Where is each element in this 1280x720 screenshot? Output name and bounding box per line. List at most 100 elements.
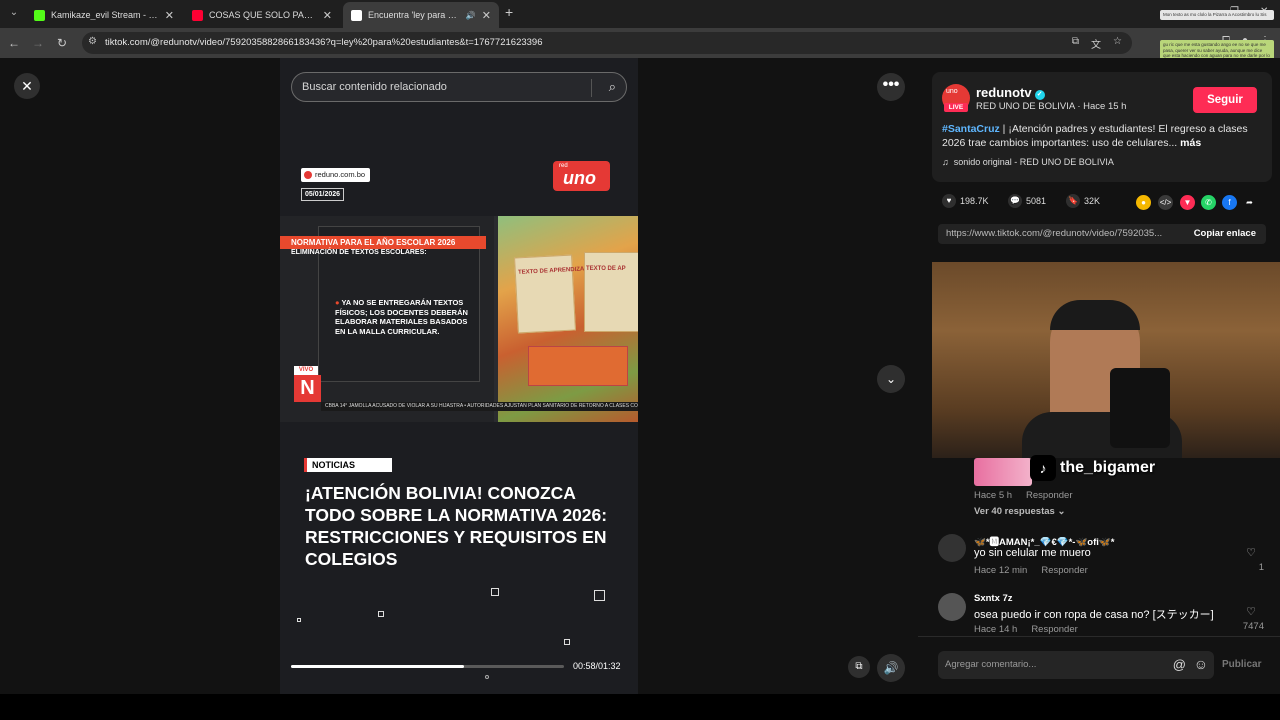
sound-link[interactable]: ♫ sonido original - RED UNO DE BOLIVIA (942, 157, 1114, 167)
web-label-text: reduno.com.bo (315, 170, 366, 179)
decor-square (491, 588, 499, 596)
url-text[interactable]: tiktok.com/@redunotv/video/7592035882866… (105, 37, 543, 48)
like-count: 198.7K (960, 196, 989, 206)
tab-kick[interactable]: Kamikaze_evil Stream - Watch Li ✕ (26, 2, 182, 28)
bullet-text: YA NO SE ENTREGARÁN TEXTOS FÍSICOS; LOS … (335, 298, 468, 336)
new-tab-icon[interactable]: + (505, 4, 513, 20)
volume-icon[interactable]: 🔊 (877, 654, 905, 682)
logo-big-text: uno (563, 168, 596, 188)
tab-youtube[interactable]: COSAS QUE SOLO PASAN EN BOL ✕ (184, 2, 340, 28)
more-link[interactable]: más (1180, 137, 1201, 149)
decor-square (378, 611, 384, 617)
sound-text[interactable]: sonido original - RED UNO DE BOLIVIA (954, 157, 1114, 167)
post-meta: RED UNO DE BOLIVIA · Hace 15 h (976, 101, 1127, 112)
avatar[interactable] (938, 593, 966, 621)
copy-link-button[interactable]: Copiar enlace (1194, 228, 1256, 239)
comment-meta: Hace 5 h Responder (974, 490, 1073, 501)
save-button[interactable]: 🔖 32K (1066, 194, 1100, 208)
send-icon[interactable]: ▼ (1180, 195, 1195, 210)
notification-toast[interactable]: Mon texto as mo clolo la Pizarra a Acost… (1160, 10, 1274, 20)
comment-meta: Hace 12 min Responder (974, 565, 1088, 576)
tab-title: COSAS QUE SOLO PASAN EN BOL (209, 10, 317, 20)
share-arrow-icon[interactable]: ➦ (1242, 195, 1257, 210)
avatar[interactable]: uno LIVE (942, 84, 970, 112)
mention-icon[interactable]: @ (1173, 657, 1186, 672)
comment-icon[interactable]: 💬 (1008, 194, 1022, 208)
book (528, 346, 628, 386)
hashtag-link[interactable]: #SantaCruz (942, 123, 1000, 135)
more-options-icon[interactable]: ••• (877, 73, 905, 101)
forward-icon[interactable]: → (30, 35, 46, 51)
comment-placeholder[interactable]: Agregar comentario... (945, 659, 1036, 670)
username-text[interactable]: redunotv (976, 85, 1032, 100)
view-replies-text[interactable]: Ver 40 respuestas (974, 506, 1055, 517)
video-player[interactable]: Buscar contenido relacionado ⌕ reduno.co… (280, 58, 638, 694)
comment-item: 🦋*🅼AMAN¡*_💎€💎*-🦋ofi🦋* yo sin celular me … (938, 534, 1268, 590)
heart-icon[interactable]: ♡ (1246, 605, 1256, 618)
heart-icon[interactable]: ♡ (1246, 546, 1256, 559)
translate-icon[interactable]: 文 (1091, 36, 1101, 51)
search-icon[interactable]: ⌕ (609, 79, 616, 95)
comment-image[interactable] (974, 458, 1032, 486)
live-badge: LIVE (944, 103, 968, 112)
books-image: TEXTO DE APRENDIZAJE TEXTO DE AP (498, 216, 638, 422)
comment-input[interactable]: Agregar comentario... @ ☺ (938, 651, 1214, 679)
username[interactable]: redunotv ✓ (976, 85, 1045, 100)
close-tab-icon[interactable]: ✕ (482, 9, 491, 22)
web-label: reduno.com.bo (301, 168, 371, 182)
tiktok-page: ✕ Buscar contenido relacionado ⌕ reduno.… (0, 58, 1280, 694)
whatsapp-icon[interactable]: ✆ (1201, 195, 1216, 210)
noticias-badge: NOTICIAS (304, 458, 392, 472)
chevron-down-icon[interactable]: ⌄ (877, 365, 905, 393)
comment-count: 5081 (1026, 196, 1047, 206)
speaker-icon[interactable]: 🔊 (466, 11, 476, 20)
reply-button[interactable]: Responder (1031, 624, 1077, 635)
reload-icon[interactable]: ↻ (54, 35, 70, 51)
microphone (1110, 368, 1170, 448)
comment-username[interactable]: Sxntx 7z (974, 593, 1013, 604)
install-icon[interactable]: ⧉ (1072, 36, 1079, 51)
omnibox[interactable]: ⚙ tiktok.com/@redunotv/video/75920358828… (82, 32, 1132, 54)
like-button[interactable]: ♥ 198.7K (942, 194, 989, 208)
site-info-icon[interactable]: ⚙ (88, 36, 97, 47)
progress-bar[interactable] (291, 665, 564, 668)
facebook-icon[interactable]: f (1222, 195, 1237, 210)
video-date: 05/01/2026 (301, 188, 345, 201)
coin-icon[interactable]: ● (1136, 195, 1151, 210)
back-icon[interactable]: ← (6, 35, 22, 51)
tab-tiktok[interactable]: Encuentra 'ley para estudian 🔊 ✕ (343, 2, 499, 28)
share-link-box: https://www.tiktok.com/@redunotv/video/7… (938, 224, 1266, 244)
close-tab-icon[interactable]: ✕ (165, 9, 174, 22)
tiktok-favicon-icon (351, 9, 362, 21)
avatar-text: uno (946, 88, 958, 95)
decor-square (594, 590, 605, 601)
comment-button[interactable]: 💬 5081 (1008, 194, 1046, 208)
progress-fill (291, 665, 464, 668)
comment-likes: 7474 (1242, 621, 1264, 632)
save-count: 32K (1084, 196, 1101, 206)
chevron-down-icon[interactable]: ⌄ (1057, 506, 1065, 517)
avatar[interactable] (938, 534, 966, 562)
related-search[interactable]: Buscar contenido relacionado ⌕ (291, 72, 627, 102)
search-input[interactable]: Buscar contenido relacionado (302, 81, 447, 93)
emoji-icon[interactable]: ☺ (1194, 656, 1208, 672)
comment-username[interactable]: 🦋*🅼AMAN¡*_💎€💎*-🦋ofi🦋* (974, 534, 1114, 548)
follow-button[interactable]: Seguir (1193, 87, 1257, 113)
tab-menu-icon[interactable]: ⌄ (6, 5, 22, 21)
view-replies-link[interactable]: Ver 40 respuestas ⌄ (974, 506, 1065, 517)
book-title: TEXTO DE AP (586, 266, 626, 272)
share-link[interactable]: https://www.tiktok.com/@redunotv/video/7… (946, 228, 1170, 239)
reply-button[interactable]: Responder (1041, 565, 1087, 576)
embed-icon[interactable]: </> (1158, 195, 1173, 210)
live-logo: VIVO N (294, 366, 321, 408)
close-icon[interactable]: ✕ (14, 73, 40, 99)
reply-button[interactable]: Responder (1026, 490, 1072, 501)
picture-in-picture-icon[interactable]: ⧉ (848, 656, 870, 678)
bookmark-star-icon[interactable]: ☆ (1113, 36, 1122, 51)
heart-icon[interactable]: ♥ (942, 194, 956, 208)
normativa-subtitle: ELIMINACIÓN DE TEXTOS ESCOLARES: (291, 249, 427, 256)
bookmark-icon[interactable]: 🔖 (1066, 194, 1080, 208)
tab-strip: ⌄ Kamikaze_evil Stream - Watch Li ✕ COSA… (0, 0, 1280, 28)
publish-button[interactable]: Publicar (1222, 659, 1261, 670)
close-tab-icon[interactable]: ✕ (323, 9, 332, 22)
